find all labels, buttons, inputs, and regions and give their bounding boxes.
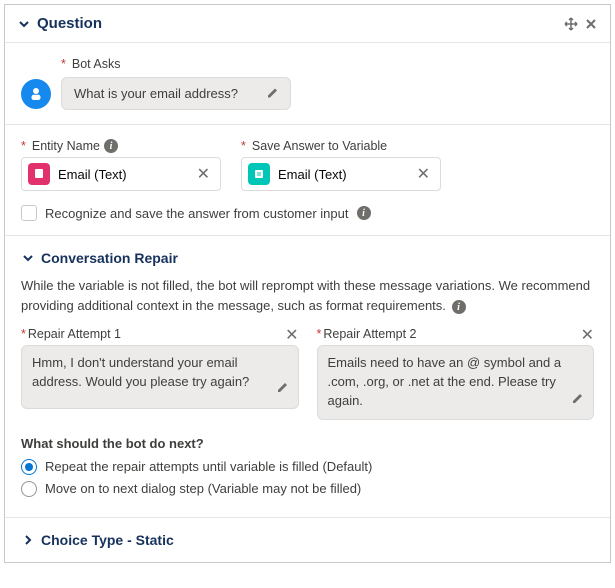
move-icon[interactable] [564, 17, 578, 31]
info-icon[interactable]: i [357, 206, 371, 220]
collapse-toggle[interactable] [21, 251, 35, 265]
entity-type-icon [28, 163, 50, 185]
recognize-label: Recognize and save the answer from custo… [45, 206, 349, 221]
entity-section: *Entity Name i Email (Text) ✕ *Save Answ… [5, 125, 610, 236]
close-icon[interactable] [584, 17, 598, 31]
choice-type-title: Choice Type - Static [41, 532, 174, 548]
recognize-checkbox[interactable] [21, 205, 37, 221]
info-icon[interactable]: i [452, 300, 466, 314]
repair-attempt-label: *Repair Attempt 2 [317, 327, 595, 341]
bot-asks-value: What is your email address? [74, 86, 238, 101]
variable-label: *Save Answer to Variable [241, 139, 441, 153]
variable-type-icon [248, 163, 270, 185]
collapse-toggle[interactable] [17, 17, 31, 31]
expand-toggle[interactable] [21, 533, 35, 547]
repair-attempt-1: ✕ *Repair Attempt 1 Hmm, I don't underst… [21, 327, 299, 420]
bot-asks-section: *Bot Asks What is your email address? [5, 43, 610, 125]
entity-name-input[interactable]: Email (Text) ✕ [21, 157, 221, 191]
variable-input[interactable]: Email (Text) ✕ [241, 157, 441, 191]
choice-type-section[interactable]: Choice Type - Static [5, 518, 610, 562]
bot-asks-input[interactable]: What is your email address? [61, 77, 291, 110]
radio-option-repeat[interactable]: Repeat the repair attempts until variabl… [21, 459, 594, 475]
repair-title: Conversation Repair [41, 250, 178, 266]
bot-asks-label: *Bot Asks [61, 57, 594, 71]
conversation-repair-section: Conversation Repair While the variable i… [5, 236, 610, 518]
edit-icon[interactable] [266, 85, 280, 102]
entity-value: Email (Text) [58, 167, 185, 182]
close-icon[interactable]: ✕ [581, 325, 594, 345]
close-icon[interactable]: ✕ [285, 325, 298, 345]
variable-value: Email (Text) [278, 167, 405, 182]
question-panel: Question *Bot Asks What is your email a [4, 4, 611, 563]
edit-icon[interactable] [276, 380, 290, 400]
edit-icon[interactable] [571, 391, 585, 411]
info-icon[interactable]: i [104, 139, 118, 153]
clear-icon[interactable]: ✕ [413, 164, 434, 184]
next-action-label: What should the bot do next? [21, 436, 594, 451]
repair-attempt-label: *Repair Attempt 1 [21, 327, 299, 341]
repair-attempt-input[interactable]: Emails need to have an @ symbol and a .c… [317, 345, 595, 420]
panel-title: Question [37, 15, 564, 32]
repair-help-text: While the variable is not filled, the bo… [21, 276, 594, 315]
radio-option-move-on[interactable]: Move on to next dialog step (Variable ma… [21, 481, 594, 497]
entity-name-label: *Entity Name i [21, 139, 221, 153]
radio-button[interactable] [21, 459, 37, 475]
clear-icon[interactable]: ✕ [193, 164, 214, 184]
bot-avatar-icon [21, 79, 51, 109]
panel-header: Question [5, 5, 610, 43]
radio-button[interactable] [21, 481, 37, 497]
repair-attempt-2: ✕ *Repair Attempt 2 Emails need to have … [317, 327, 595, 420]
repair-attempt-input[interactable]: Hmm, I don't understand your email addre… [21, 345, 299, 409]
